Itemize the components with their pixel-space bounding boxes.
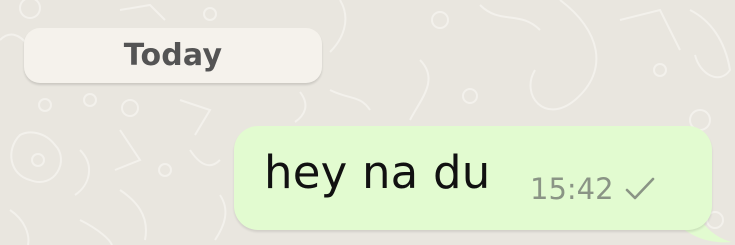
date-separator: Today bbox=[24, 28, 322, 83]
message-timestamp: 15:42 bbox=[530, 172, 614, 206]
message-text: hey na du bbox=[264, 146, 491, 199]
message-meta: 15:42 bbox=[530, 172, 656, 206]
single-check-icon bbox=[625, 177, 654, 200]
outgoing-message-bubble[interactable]: hey na du 15:42 bbox=[234, 126, 712, 230]
date-separator-label: Today bbox=[123, 38, 223, 73]
